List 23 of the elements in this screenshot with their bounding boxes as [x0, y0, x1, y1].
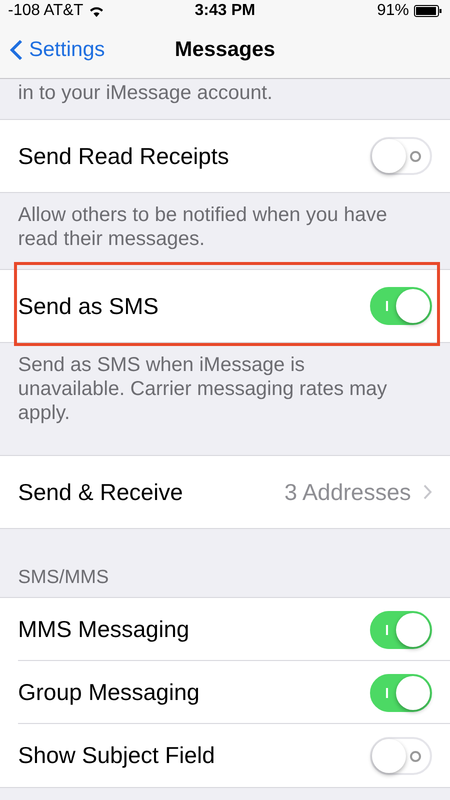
back-button[interactable]: Settings	[0, 38, 105, 62]
carrier-name: -108 AT&T	[8, 2, 84, 20]
chevron-right-icon	[423, 484, 432, 500]
setting-label: Group Messaging	[18, 679, 201, 706]
setting-label: Show Subject Field	[18, 742, 216, 769]
footnote-text: Allow others to be notified when you have read their messages.	[17, 203, 388, 252]
setting-label: Send & Receive	[18, 478, 184, 506]
screen-title: Messages	[174, 38, 276, 62]
setting-label: Send Read Receipts	[18, 142, 230, 170]
clock-time: 3:43 PM	[194, 2, 256, 20]
wifi-icon	[89, 6, 104, 16]
toggle-switch[interactable]	[370, 610, 432, 648]
battery-percentage: 91%	[376, 2, 409, 20]
section-header: SMS/MMS	[17, 566, 110, 590]
toggle-switch[interactable]	[370, 287, 432, 325]
chevron-left-icon	[10, 39, 23, 61]
battery-icon	[414, 5, 442, 17]
toggle-switch[interactable]	[370, 674, 432, 712]
detail-value: 3 Addresses	[284, 478, 411, 506]
setting-label: MMS Messaging	[18, 616, 190, 643]
footnote-text: in to your iMessage account.	[17, 81, 274, 106]
setting-label: Send as SMS	[18, 292, 160, 320]
footnote-text: Send as SMS when iMessage is unavailable. Carrier messaging rates may apply.	[17, 353, 388, 426]
